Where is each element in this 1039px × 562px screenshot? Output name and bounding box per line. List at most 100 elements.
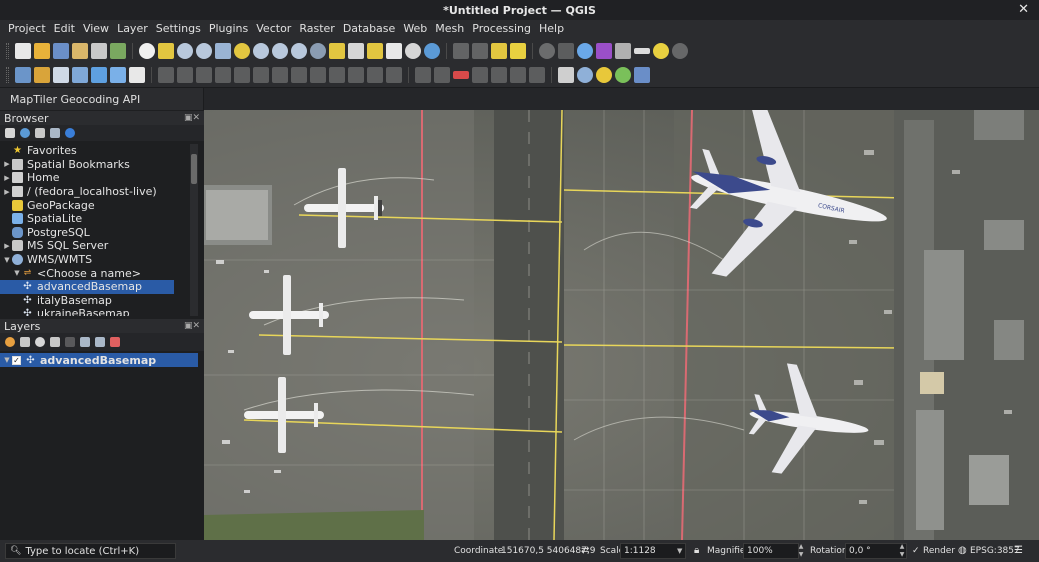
menu-web[interactable]: Web [399, 20, 431, 38]
browser-scrollbar-thumb[interactable] [191, 154, 197, 184]
browser-item-postgresql[interactable]: PostgreSQL [0, 226, 190, 240]
browser-item-mssql[interactable]: ▶ MS SQL Server [0, 239, 190, 253]
lock-scale-icon[interactable]: 🔒︎ [694, 540, 699, 562]
filter-browser-icon[interactable] [35, 128, 45, 138]
new-3d-view-icon[interactable] [348, 42, 364, 59]
select-features-icon[interactable] [491, 42, 507, 59]
refresh-browser-icon[interactable] [20, 128, 30, 138]
add-wms-layer-icon[interactable] [34, 66, 50, 83]
toolbar-grip[interactable] [6, 66, 9, 83]
manage-map-themes-icon[interactable] [35, 337, 45, 347]
menu-layer[interactable]: Layer [113, 20, 152, 38]
crs-globe-icon[interactable]: ◍ [958, 540, 967, 562]
expand-arrow-icon[interactable]: ▶ [2, 174, 12, 182]
browser-item-spatial-bookmarks[interactable]: ▶ Spatial Bookmarks [0, 158, 190, 172]
delete-ring-icon[interactable] [234, 66, 250, 83]
python-console-icon[interactable] [596, 66, 612, 83]
toggle-extents-icon[interactable]: ⇄ [581, 540, 589, 562]
toolbar-grip[interactable] [6, 42, 9, 59]
browser-item-favorites[interactable]: ★ Favorites [0, 144, 190, 158]
pan-hand-icon[interactable] [139, 42, 155, 59]
browser-item-advancedbasemap[interactable]: ✣ advancedBasemap [0, 279, 174, 294]
rotate-label-icon[interactable] [491, 66, 507, 83]
vertex-tool-icon[interactable] [177, 66, 193, 83]
menu-plugins[interactable]: Plugins [205, 20, 252, 38]
data-source-manager-icon[interactable] [15, 66, 31, 83]
maptiler-icon[interactable] [577, 66, 593, 83]
browser-item-connection[interactable]: ▼ ⇌ <Choose a name> [0, 266, 190, 280]
filter-by-expression-icon[interactable] [65, 337, 75, 347]
scale-dropdown-arrow-icon[interactable]: ▼ [677, 540, 682, 562]
properties-info-icon[interactable] [65, 128, 75, 138]
expand-arrow-icon[interactable]: ▶ [2, 188, 12, 196]
save-edits-icon[interactable] [91, 66, 107, 83]
copy-features-icon[interactable] [329, 66, 345, 83]
collapse-arrow-icon[interactable]: ▼ [12, 269, 22, 277]
menu-view[interactable]: View [79, 20, 113, 38]
collapse-all-icon[interactable] [50, 128, 60, 138]
menu-processing[interactable]: Processing [468, 20, 535, 38]
pan-to-selection-icon[interactable] [158, 42, 174, 59]
label-tool-icon[interactable] [415, 66, 431, 83]
browser-item-wms-wmts[interactable]: ▼ WMS/WMTS [0, 253, 190, 267]
expand-arrow-icon[interactable]: ▶ [2, 160, 12, 168]
show-hide-labels-icon[interactable] [529, 66, 545, 83]
remove-layer-icon[interactable] [110, 337, 120, 347]
zoom-out-icon[interactable] [196, 42, 212, 59]
menu-raster[interactable]: Raster [295, 20, 338, 38]
add-group-icon[interactable] [20, 337, 30, 347]
browser-scrollbar[interactable] [190, 144, 198, 316]
menu-database[interactable]: Database [339, 20, 400, 38]
new-bookmark-icon[interactable] [367, 42, 383, 59]
magnifier-spinbox[interactable]: 100% [743, 543, 799, 559]
add-csv-layer-icon[interactable] [129, 66, 145, 83]
move-feature-icon[interactable] [196, 66, 212, 83]
expand-arrow-icon[interactable]: ▶ [2, 242, 12, 250]
field-calculator-icon[interactable] [558, 42, 574, 59]
menu-mesh[interactable]: Mesh [431, 20, 468, 38]
digitize-icon[interactable] [158, 66, 174, 83]
georeferencer-icon[interactable] [558, 66, 574, 83]
refresh-icon[interactable] [424, 42, 440, 59]
rotation-spin-arrows-icon[interactable]: ▲ ▼ [897, 543, 907, 559]
change-label-icon[interactable] [510, 66, 526, 83]
add-selected-layers-icon[interactable] [5, 128, 15, 138]
zoom-native-icon[interactable] [272, 42, 288, 59]
menu-settings[interactable]: Settings [152, 20, 205, 38]
temporal-controller-icon[interactable] [405, 42, 421, 59]
layer-item-advancedbasemap[interactable]: ▼ ✓ ✣ advancedBasemap [0, 353, 198, 367]
map-tips-icon[interactable] [653, 42, 669, 59]
deselect-features-icon[interactable] [510, 42, 526, 59]
layer-visibility-checkbox[interactable]: ✓ [12, 355, 21, 365]
browser-item-geopackage[interactable]: GeoPackage [0, 198, 190, 212]
locator-search-input[interactable]: 🔍︎ Type to locate (Ctrl+K) [5, 543, 176, 559]
browser-item-root[interactable]: ▶ / (fedora_localhost-live) [0, 185, 190, 199]
help-icon[interactable] [634, 66, 650, 83]
render-checkbox-icon[interactable]: ✓ [912, 540, 920, 562]
browser-item-home[interactable]: ▶ Home [0, 171, 190, 185]
open-project-icon[interactable] [34, 42, 50, 59]
identify-icon[interactable] [539, 42, 555, 59]
delete-selected-icon[interactable] [291, 66, 307, 83]
annotation-icon[interactable] [672, 42, 688, 59]
measure-line-icon[interactable] [634, 47, 650, 54]
move-label-icon[interactable] [472, 66, 488, 83]
map-canvas[interactable]: CORSAIR [204, 110, 1039, 540]
new-print-layout-icon[interactable] [72, 42, 88, 59]
menu-edit[interactable]: Edit [50, 20, 79, 38]
show-bookmarks-icon[interactable] [386, 42, 402, 59]
processing-toolbox-icon[interactable] [577, 42, 593, 59]
collapse-arrow-icon[interactable]: ▼ [2, 256, 12, 264]
highlight-labels-icon[interactable] [453, 70, 469, 79]
style-manager-icon[interactable] [110, 42, 126, 59]
identify-features-icon[interactable] [453, 42, 469, 59]
panel-float-close-icon[interactable]: ▣✕ [184, 321, 200, 331]
add-vector-layer-icon[interactable] [53, 66, 69, 83]
zoom-to-layer-icon[interactable] [253, 42, 269, 59]
pin-labels-icon[interactable] [434, 66, 450, 83]
panel-float-close-icon[interactable]: ▣✕ [184, 113, 200, 123]
render-label[interactable]: Render [923, 540, 955, 562]
zoom-next-icon[interactable] [310, 42, 326, 59]
zoom-full-icon[interactable] [215, 42, 231, 59]
add-ring-icon[interactable] [215, 66, 231, 83]
